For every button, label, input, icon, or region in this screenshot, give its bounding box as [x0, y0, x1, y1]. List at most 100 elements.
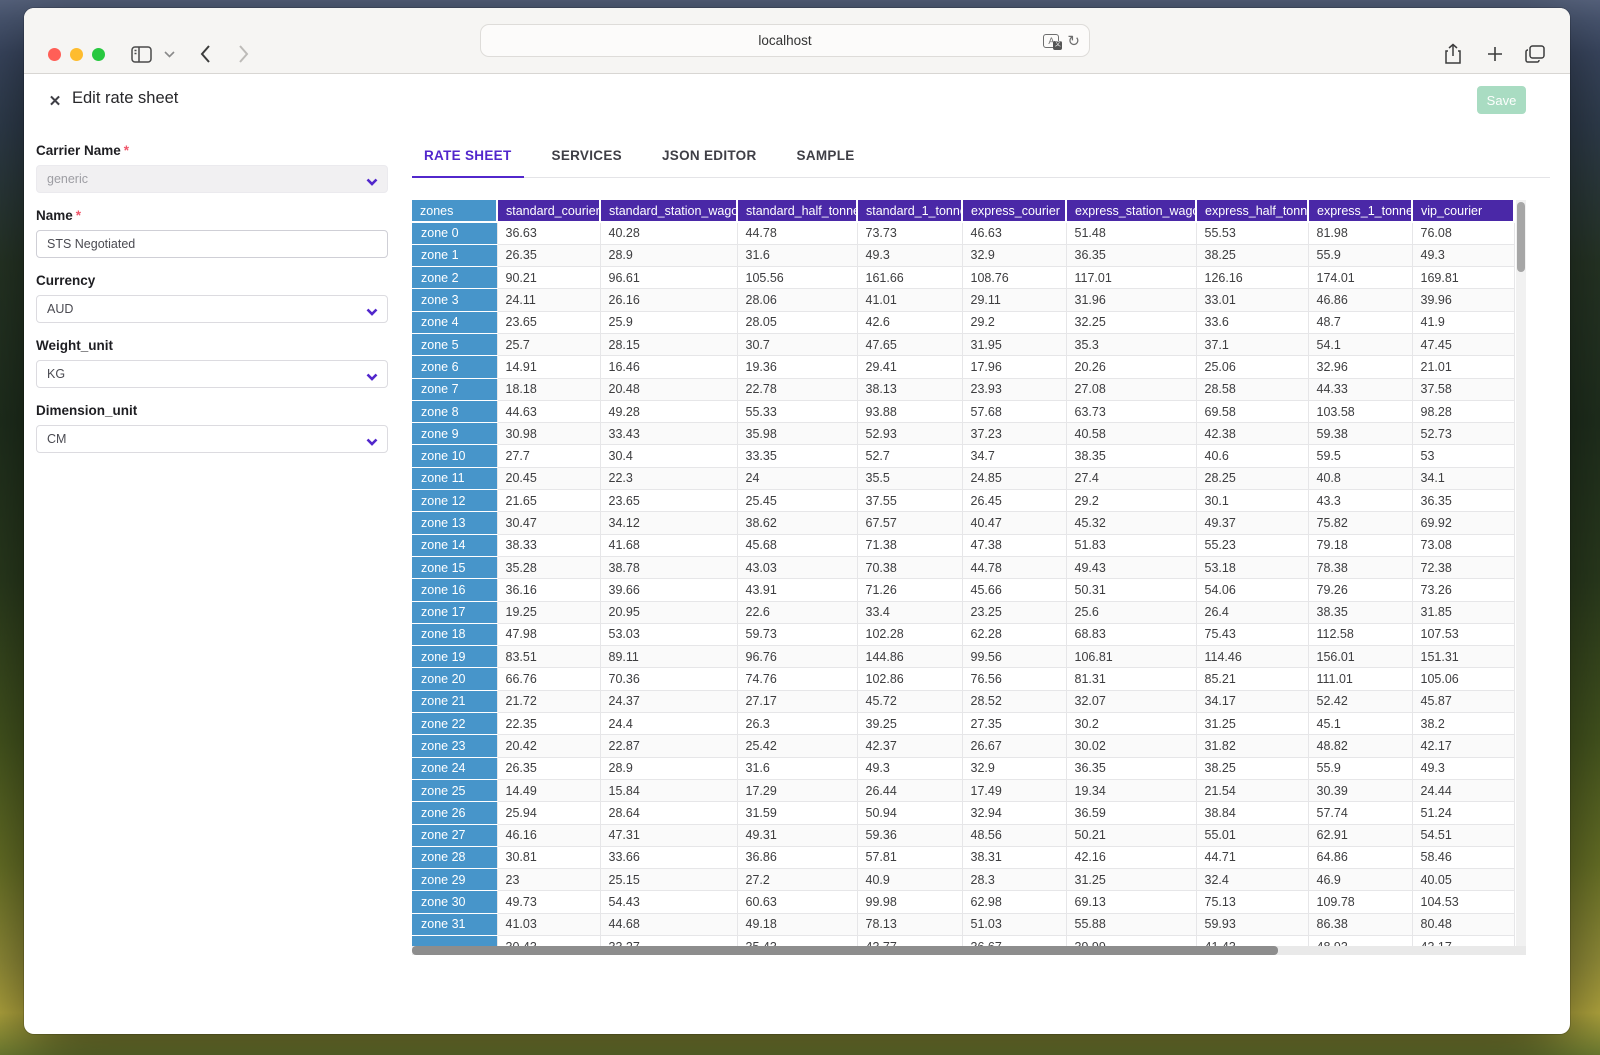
rate-cell[interactable]: 99.56 — [962, 646, 1066, 668]
rate-cell[interactable]: 103.58 — [1308, 400, 1412, 422]
rate-cell[interactable]: 40.8 — [1308, 467, 1412, 489]
rate-cell[interactable]: 30.47 — [497, 512, 600, 534]
rate-cell[interactable]: 19.34 — [1066, 779, 1196, 801]
rate-cell[interactable]: 31.25 — [1196, 713, 1308, 735]
rate-cell[interactable]: 51.83 — [1066, 534, 1196, 556]
rate-cell[interactable]: 85.21 — [1196, 668, 1308, 690]
rate-cell[interactable]: 20.26 — [1066, 356, 1196, 378]
rate-cell[interactable]: 30.43 — [497, 936, 600, 947]
forward-button-icon[interactable] — [230, 41, 256, 67]
rate-cell[interactable]: 40.05 — [1412, 869, 1514, 891]
rate-cell[interactable]: 30.02 — [1066, 735, 1196, 757]
name-input[interactable]: STS Negotiated — [36, 230, 388, 258]
rate-cell[interactable]: 36.59 — [1066, 802, 1196, 824]
rate-cell[interactable]: 45.68 — [737, 534, 857, 556]
rate-cell[interactable]: 42.17 — [1412, 735, 1514, 757]
rate-cell[interactable]: 24.37 — [600, 690, 737, 712]
rate-cell[interactable]: 41.03 — [497, 913, 600, 935]
weight-unit-select[interactable]: KG — [36, 360, 388, 388]
rate-cell[interactable]: 27.2 — [737, 869, 857, 891]
rate-cell[interactable]: 30.4 — [600, 445, 737, 467]
rate-cell[interactable]: 22.3 — [600, 467, 737, 489]
rate-cell[interactable]: 38.2 — [1412, 713, 1514, 735]
rate-cell[interactable]: 31.25 — [1066, 869, 1196, 891]
rate-cell[interactable]: 69.58 — [1196, 400, 1308, 422]
rate-cell[interactable]: 51.48 — [1066, 222, 1196, 244]
rate-cell[interactable]: 38.25 — [1196, 757, 1308, 779]
rate-cell[interactable]: 55.33 — [737, 400, 857, 422]
rate-cell[interactable]: 33.6 — [1196, 311, 1308, 333]
rate-cell[interactable]: 31.59 — [737, 802, 857, 824]
rate-cell[interactable]: 54.06 — [1196, 579, 1308, 601]
rate-cell[interactable]: 25.06 — [1196, 356, 1308, 378]
rate-cell[interactable]: 15.84 — [600, 779, 737, 801]
rate-cell[interactable]: 32.9 — [962, 757, 1066, 779]
rate-cell[interactable]: 54.51 — [1412, 824, 1514, 846]
rate-cell[interactable]: 21.65 — [497, 490, 600, 512]
rate-cell[interactable]: 55.53 — [1196, 222, 1308, 244]
rate-cell[interactable]: 25.94 — [497, 802, 600, 824]
rate-cell[interactable]: 71.26 — [857, 579, 962, 601]
rate-cell[interactable]: 49.43 — [1066, 556, 1196, 578]
rate-cell[interactable]: 49.3 — [1412, 757, 1514, 779]
rate-cell[interactable]: 25.42 — [737, 735, 857, 757]
rate-cell[interactable]: 25.6 — [1066, 601, 1196, 623]
rate-cell[interactable]: 28.3 — [962, 869, 1066, 891]
rate-cell[interactable]: 23.25 — [962, 601, 1066, 623]
rate-cell[interactable]: 75.82 — [1308, 512, 1412, 534]
rate-cell[interactable]: 32.9 — [962, 244, 1066, 266]
rate-cell[interactable]: 23 — [497, 869, 600, 891]
rate-cell[interactable]: 67.57 — [857, 512, 962, 534]
rate-cell[interactable]: 32.25 — [1066, 311, 1196, 333]
rate-cell[interactable]: 47.98 — [497, 623, 600, 645]
rate-cell[interactable]: 25.45 — [737, 490, 857, 512]
rate-cell[interactable]: 14.49 — [497, 779, 600, 801]
rate-cell[interactable]: 45.72 — [857, 690, 962, 712]
rate-cell[interactable]: 32.94 — [962, 802, 1066, 824]
rate-cell[interactable]: 62.28 — [962, 623, 1066, 645]
rate-cell[interactable]: 40.9 — [857, 869, 962, 891]
rate-cell[interactable]: 30.1 — [1196, 490, 1308, 512]
rate-cell[interactable]: 42.37 — [857, 735, 962, 757]
rate-cell[interactable]: 43.91 — [737, 579, 857, 601]
rate-cell[interactable]: 112.58 — [1308, 623, 1412, 645]
rate-cell[interactable]: 38.35 — [1066, 445, 1196, 467]
rate-cell[interactable]: 59.36 — [857, 824, 962, 846]
share-icon[interactable] — [1440, 41, 1466, 67]
rate-cell[interactable]: 73.26 — [1412, 579, 1514, 601]
rate-cell[interactable]: 35.43 — [737, 936, 857, 947]
rate-cell[interactable]: 28.9 — [600, 757, 737, 779]
rate-cell[interactable]: 93.88 — [857, 400, 962, 422]
carrier-name-select[interactable]: generic — [36, 165, 388, 193]
rate-cell[interactable]: 23.65 — [600, 490, 737, 512]
rate-cell[interactable]: 27.7 — [497, 445, 600, 467]
rate-cell[interactable]: 26.67 — [962, 735, 1066, 757]
rate-cell[interactable]: 34.12 — [600, 512, 737, 534]
rate-cell[interactable]: 42.16 — [1066, 846, 1196, 868]
rate-cell[interactable]: 60.63 — [737, 891, 857, 913]
rate-cell[interactable]: 102.86 — [857, 668, 962, 690]
tab-overview-icon[interactable] — [1522, 41, 1548, 67]
rate-cell[interactable]: 53.18 — [1196, 556, 1308, 578]
rate-cell[interactable]: 59.73 — [737, 623, 857, 645]
rate-cell[interactable]: 49.28 — [600, 400, 737, 422]
rate-cell[interactable]: 111.01 — [1308, 668, 1412, 690]
rate-cell[interactable]: 27.35 — [962, 713, 1066, 735]
rate-cell[interactable]: 50.94 — [857, 802, 962, 824]
rate-cell[interactable]: 80.48 — [1412, 913, 1514, 935]
rate-cell[interactable]: 43.17 — [1412, 936, 1514, 947]
rate-cell[interactable]: 49.3 — [857, 757, 962, 779]
rate-cell[interactable]: 28.25 — [1196, 467, 1308, 489]
rate-cell[interactable]: 73.73 — [857, 222, 962, 244]
rate-cell[interactable]: 40.28 — [600, 222, 737, 244]
rate-cell[interactable]: 49.37 — [1196, 512, 1308, 534]
rate-cell[interactable]: 78.13 — [857, 913, 962, 935]
rate-cell[interactable]: 81.98 — [1308, 222, 1412, 244]
rate-cell[interactable]: 31.85 — [1412, 601, 1514, 623]
rate-cell[interactable]: 46.63 — [962, 222, 1066, 244]
rate-cell[interactable]: 50.31 — [1066, 579, 1196, 601]
rate-cell[interactable]: 107.53 — [1412, 623, 1514, 645]
rate-cell[interactable]: 40.58 — [1066, 423, 1196, 445]
rate-cell[interactable]: 62.91 — [1308, 824, 1412, 846]
rate-cell[interactable]: 104.53 — [1412, 891, 1514, 913]
